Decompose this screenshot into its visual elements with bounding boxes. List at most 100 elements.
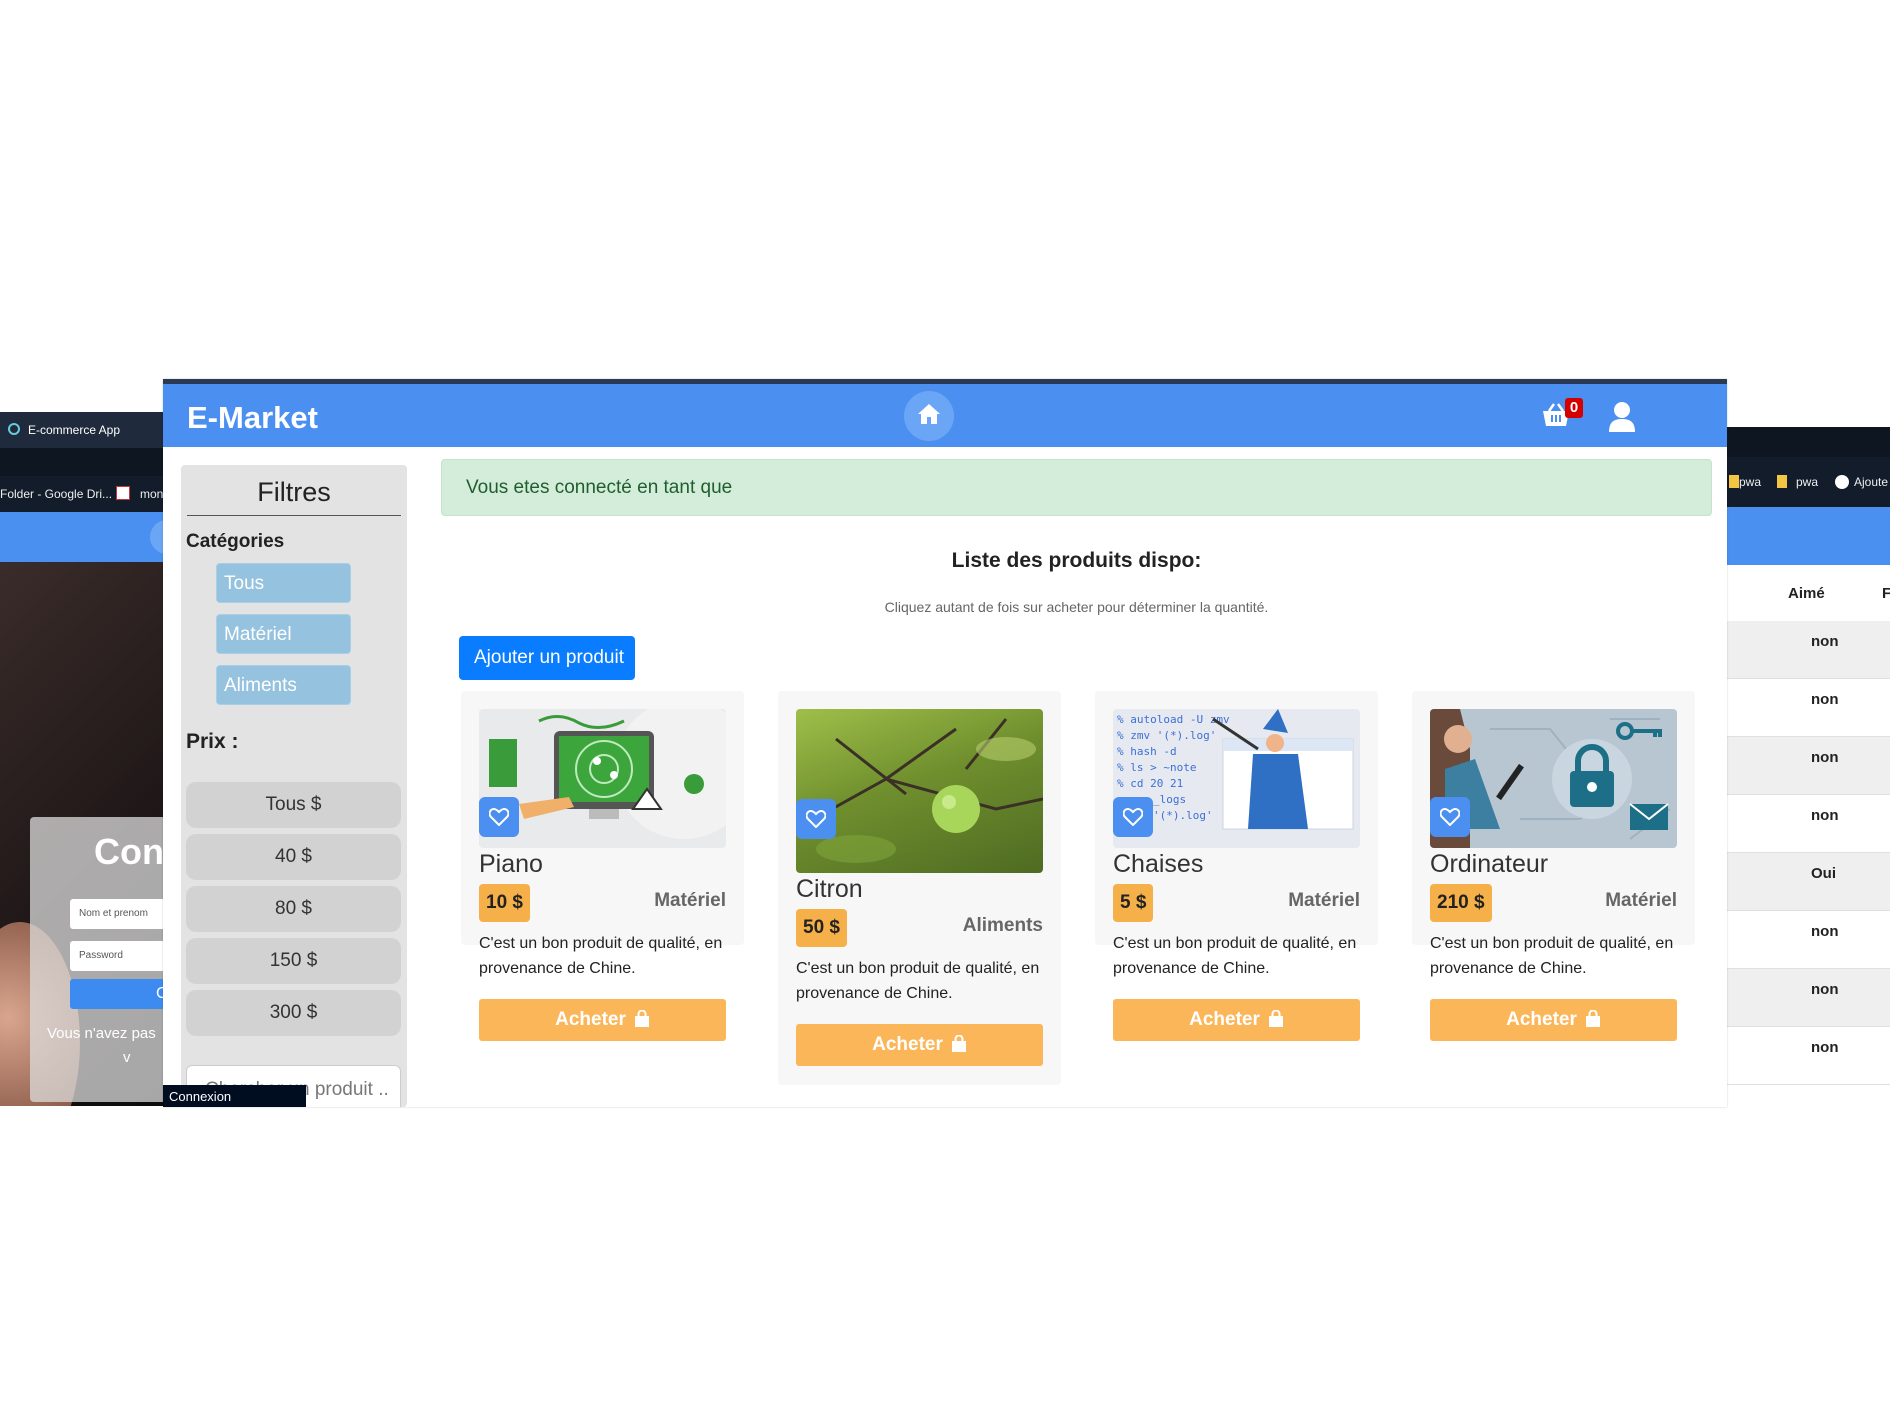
wordpress-icon [1835,475,1849,489]
buy-button[interactable]: Acheter [1430,999,1677,1041]
liked-cell: non [1811,1039,1839,1056]
brand-logo[interactable]: E-Market [187,400,318,436]
liked-cell: non [1811,807,1839,824]
svg-text:% zmv '(*).log': % zmv '(*).log' [1117,729,1216,742]
like-button[interactable] [1430,797,1470,837]
liked-cell: non [1811,691,1839,708]
product-price: 10 $ [479,884,530,922]
svg-text:'(*).log': '(*).log' [1153,809,1213,822]
user-button[interactable] [1608,401,1636,433]
table-row: non [1723,969,1890,1027]
bookmark-item[interactable]: Ajoute [1854,475,1888,489]
bookmark-item[interactable]: Folder - Google Dri... [0,487,112,501]
price-filter-80[interactable]: 80 $ [186,886,401,932]
category-filter-aliments[interactable]: Aliments [216,665,351,705]
browser-toolbar [1723,427,1890,457]
bookmarks-bar: Folder - Google Dri... mon [0,476,170,512]
password-placeholder: Password [79,950,123,961]
add-product-button[interactable]: Ajouter un produit [459,636,635,680]
column-header: F [1882,585,1890,602]
bookmark-favicon-icon [116,486,130,500]
liked-cell: non [1811,981,1839,998]
buy-label: Acheter [872,1034,943,1055]
home-button[interactable] [904,391,954,441]
column-header: Aimé [1788,585,1825,602]
table-row: Oui [1723,853,1890,911]
buy-button[interactable]: Acheter [796,1024,1043,1066]
heart-icon [489,808,509,826]
login-title: Con [94,831,164,872]
buy-button[interactable]: Acheter [479,999,726,1041]
product-description: C'est un bon produit de qualité, en prov… [1113,935,1357,977]
folder-icon [1777,475,1787,488]
login-button[interactable]: C [70,979,170,1009]
signup-text-2: v [123,1049,131,1066]
price-filter-tous[interactable]: Tous $ [186,782,401,828]
table-row: non [1723,911,1890,969]
connexion-tooltip: Connexion [163,1085,306,1107]
liked-cell: Oui [1811,865,1836,882]
bookmark-item[interactable]: mon [140,487,163,501]
products-subtitle: Cliquez autant de fois sur acheter pour … [884,599,1269,615]
cart-count-badge: 0 [1565,398,1583,418]
password-input[interactable]: Password [70,941,170,971]
svg-text:_logs: _logs [1153,793,1186,806]
liked-cell: non [1811,923,1839,940]
price-filter-150[interactable]: 150 $ [186,938,401,984]
buy-button[interactable]: Acheter [1113,999,1360,1041]
svg-text:% ls > ~note: % ls > ~note [1117,761,1196,774]
category-filter-tous[interactable]: Tous [216,563,351,603]
like-button[interactable] [796,799,836,839]
table-row: non [1723,679,1890,737]
svg-text:% cd 20 21: % cd 20 21 [1117,777,1183,790]
user-icon [1609,402,1635,432]
bookmark-item[interactable]: pwa [1739,475,1761,489]
browser-tab[interactable]: E-commerce App [0,412,170,448]
add-product-label: Ajouter un produit [474,647,624,668]
product-price: 50 $ [796,909,847,947]
buy-label: Acheter [555,1009,626,1030]
table-row: non [1723,737,1890,795]
filters-sidebar: Filtres Catégories Tous Matériel Aliment… [181,465,407,1107]
like-button[interactable] [479,797,519,837]
shopping-bag-icon [1585,1009,1600,1027]
tooltip-text: Connexion [169,1089,232,1104]
product-price: 5 $ [1113,884,1154,922]
shopping-bag-icon [634,1009,649,1027]
tab-title: E-commerce App [28,423,121,437]
shopping-bag-icon [1268,1009,1283,1027]
category-label: Tous [224,573,265,594]
product-image-citron [796,709,1043,873]
background-window-left: E-commerce App Folder - Google Dri... mo… [0,412,170,1106]
like-button[interactable] [1113,797,1153,837]
login-alert: Vous etes connecté en tant que [441,459,1712,516]
product-description: C'est un bon produit de qualité, en prov… [479,935,723,977]
svg-text:% hash -d: % hash -d [1117,745,1177,758]
product-card: Ordinateur 210 $ Matériel C'est un bon p… [1412,691,1695,1041]
app-navbar [1723,507,1890,565]
filters-title: Filtres [187,477,401,516]
category-label: Matériel [224,624,292,645]
liked-cell: non [1811,633,1839,650]
product-name: Chaises [1113,850,1204,878]
react-icon [8,423,20,435]
home-icon [918,404,940,424]
table-row: non [1723,1027,1890,1085]
heart-icon [1123,808,1143,826]
product-description: C'est un bon produit de qualité, en prov… [796,960,1040,1002]
product-description: C'est un bon produit de qualité, en prov… [1430,935,1674,977]
name-input[interactable]: Nom et prenom [70,899,170,929]
product-card: Piano 10 $ Matériel C'est un bon produit… [461,691,744,1041]
products-title: Liste des produits dispo: [951,549,1202,572]
bookmark-item[interactable]: pwa [1796,475,1818,489]
alert-text: Vous etes connecté en tant que [466,477,733,498]
price-filter-300[interactable]: 300 $ [186,990,401,1036]
price-filter-40[interactable]: 40 $ [186,834,401,880]
app-navbar [0,512,170,562]
category-label: Aliments [224,675,297,696]
categories-label: Catégories [186,531,285,552]
category-filter-materiel[interactable]: Matériel [216,614,351,654]
table-row: non [1723,621,1890,679]
background-window-right: pwa pwa Ajoute Aimé F non non non non Ou… [1723,427,1890,1107]
heart-icon [1440,808,1460,826]
